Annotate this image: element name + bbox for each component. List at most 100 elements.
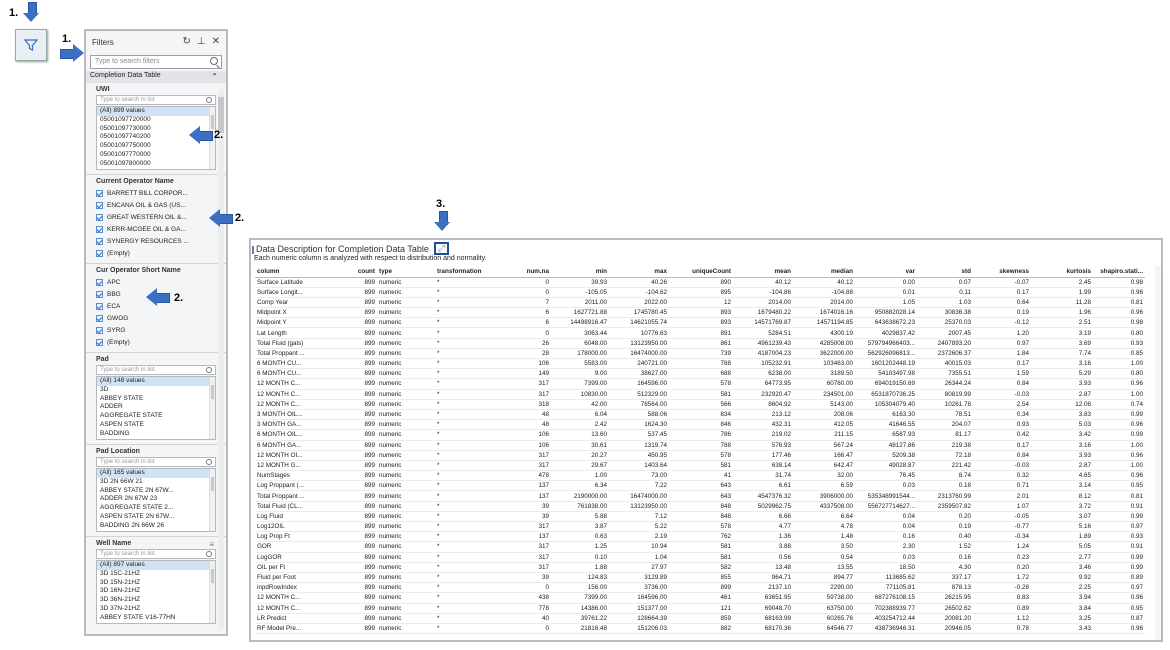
table-row[interactable]: 12 MONTH C... 899 numeric * 438 7399.00 164596… xyxy=(255,592,1145,604)
list-item[interactable]: 3D 36N-21HZ xyxy=(97,596,215,605)
table-row[interactable]: Total Fluid (CL... 899 numeric * 39 761838.00… xyxy=(255,501,1145,512)
list-item[interactable]: 3D xyxy=(97,386,215,395)
checkbox-item[interactable]: SYNERGY RESOURCES ... xyxy=(96,235,216,247)
table-row[interactable]: 12 MONTH OI... 899 numeric * 317 20.27 450.95 5… xyxy=(255,450,1145,461)
list-item[interactable]: ADDER 2N 67W 23 xyxy=(97,495,215,504)
pad-search-input[interactable]: Type to search in list xyxy=(96,365,216,375)
table-row[interactable]: Midpoint Y 899 numeric * 6 14498916.47 1462105… xyxy=(255,317,1145,329)
column-header[interactable]: min xyxy=(551,266,609,278)
column-header[interactable]: median xyxy=(793,266,855,278)
list-item[interactable]: 3D 16N-21HZ xyxy=(97,587,215,596)
list-item[interactable]: 05001097770000 xyxy=(97,151,215,160)
checkbox-item[interactable]: KERR-MCGEE OIL & GA... xyxy=(96,223,216,235)
list-item[interactable]: BADDING 2N 66W 26 xyxy=(97,522,215,531)
list-item[interactable]: ASPEN STATE xyxy=(97,421,215,430)
list-item[interactable]: 05001097800000 xyxy=(97,160,215,169)
column-header[interactable]: transformation xyxy=(435,266,491,278)
table-row[interactable]: LR Predict 899 numeric * 40 39761.22 128664.39… xyxy=(255,613,1145,624)
column-header[interactable]: count xyxy=(335,266,377,278)
table-row[interactable]: LogGOR 899 numeric * 317 0.10 1.04 581 0.56 0.54 0… xyxy=(255,552,1145,563)
pin-icon[interactable]: ⊥ xyxy=(197,36,206,47)
list-item[interactable]: (All) 165 values xyxy=(97,469,215,478)
table-row[interactable]: 12 MONTH C... 899 numeric * 317 10830.00 51232… xyxy=(255,389,1145,400)
table-row[interactable]: Total Proppant ... 899 numeric * 137 2190000.… xyxy=(255,490,1145,502)
well-name-search-input[interactable]: Type to search in list xyxy=(96,549,216,559)
table-row[interactable]: Log12OIL 899 numeric * 317 3.87 5.22 578 4.77 4.7… xyxy=(255,521,1145,533)
table-row[interactable]: 12 MONTH C... 899 numeric * 318 42.00 78564.00… xyxy=(255,399,1145,410)
expand-icon[interactable] xyxy=(434,242,449,255)
checkbox-item[interactable]: GWOG xyxy=(96,312,216,324)
list-item[interactable]: ASPEN STATE 2N 67W... xyxy=(97,513,215,522)
checkbox-checked-icon[interactable] xyxy=(96,314,103,322)
table-row[interactable]: Total Proppant ... 899 numeric * 28 178000.00… xyxy=(255,348,1145,360)
list-scrollbar[interactable] xyxy=(209,561,215,623)
column-header[interactable]: skewness xyxy=(973,266,1031,278)
pad-list[interactable]: (All) 148 values 3D ABBEY STATE ADDER AG… xyxy=(96,376,216,440)
table-row[interactable]: Surface Latitude 899 numeric * 0 39.93 40.26 89… xyxy=(255,277,1145,288)
filters-scrollbar[interactable] xyxy=(218,89,224,629)
table-row[interactable]: Surface Longit... 899 numeric * 0 -105.05 -104… xyxy=(255,287,1145,298)
table-row[interactable]: Log Proppant (... 899 numeric * 137 6.34 7.22 6… xyxy=(255,480,1145,492)
list-item[interactable]: ABBEY STATE 2N 67W... xyxy=(97,487,215,496)
column-header[interactable]: type xyxy=(377,266,435,278)
table-row[interactable]: Fluid per Foot 899 numeric * 39 124.83 3129.89… xyxy=(255,572,1145,584)
list-item[interactable]: 3D 15N-21HZ xyxy=(97,579,215,588)
checkbox-checked-icon[interactable] xyxy=(96,290,103,298)
close-icon[interactable]: ✕ xyxy=(212,36,220,47)
table-row[interactable]: 3 MONTH OIL... 899 numeric * 48 6.04 588.06 834… xyxy=(255,409,1145,421)
list-item[interactable]: (All) 899 values xyxy=(97,107,215,116)
table-row[interactable]: NumStages 899 numeric * 478 1.00 73.00 41 31.74 3… xyxy=(255,470,1145,482)
checkbox-checked-icon[interactable] xyxy=(96,338,103,346)
checkbox-item[interactable]: (Empty) xyxy=(96,336,216,348)
column-header[interactable]: std xyxy=(917,266,973,278)
table-row[interactable]: Total Fluid (gals) 899 numeric * 26 6048.00 13… xyxy=(255,338,1145,349)
table-row[interactable]: 12 MONTH C... 899 numeric * 778 14386.00 15137… xyxy=(255,603,1145,614)
checkbox-checked-icon[interactable] xyxy=(96,302,103,310)
list-scrollbar[interactable] xyxy=(209,469,215,531)
table-row[interactable]: 12 MONTH G... 899 numeric * 317 29.67 1403.64 5… xyxy=(255,460,1145,472)
list-item[interactable]: AGGREGATE STATE xyxy=(97,412,215,421)
table-row[interactable]: 3 MONTH GA... 899 numeric * 48 2.42 1624.30 846… xyxy=(255,419,1145,431)
table-row[interactable]: 6 MONTH GA... 899 numeric * 106 30.61 1319.74 7… xyxy=(255,440,1145,451)
menu-icon[interactable]: ≡ xyxy=(209,540,214,549)
table-scrollbar[interactable] xyxy=(1155,266,1161,640)
table-row[interactable]: 12 MONTH C... 899 numeric * 317 7399.00 164596… xyxy=(255,378,1145,390)
table-row[interactable]: OIL per Ft 899 numeric * 317 1.88 27.97 582 13.4… xyxy=(255,562,1145,573)
checkbox-item[interactable]: (Empty) xyxy=(96,247,216,259)
checkbox-item[interactable]: ENCANA OIL & GAS (US... xyxy=(96,199,216,211)
table-row[interactable]: RF Model Pre... 899 numeric * 0 21816.48 15120… xyxy=(255,623,1145,635)
table-row[interactable]: 6 MONTH CU... 899 numeric * 106 5583.00 240721… xyxy=(255,358,1145,370)
table-row[interactable]: Lat Length 899 numeric * 0 3063.44 10776.63 891… xyxy=(255,327,1145,339)
chevron-up-icon[interactable]: ⌃ xyxy=(211,72,218,81)
column-header[interactable]: num.na xyxy=(491,266,551,278)
column-header[interactable]: mean xyxy=(733,266,793,278)
checkbox-checked-icon[interactable] xyxy=(96,326,103,334)
column-header[interactable]: uniqueCount xyxy=(669,266,733,278)
column-header[interactable]: max xyxy=(609,266,669,278)
checkbox-checked-icon[interactable] xyxy=(96,249,103,257)
checkbox-item[interactable]: BARRETT BILL CORPOR... xyxy=(96,187,216,199)
pad-location-search-input[interactable]: Type to search in list xyxy=(96,457,216,467)
table-row[interactable]: Midpoint X 899 numeric * 6 1627721.88 1745780.… xyxy=(255,307,1145,319)
list-item[interactable]: BADDING xyxy=(97,430,215,439)
list-item[interactable]: (All) 897 values xyxy=(97,561,215,570)
table-row[interactable]: Comp Year 899 numeric * 7 2011.00 2022.00 12 201… xyxy=(255,297,1145,309)
table-row[interactable]: 6 MONTH OIL... 899 numeric * 106 13.60 537.45 7… xyxy=(255,429,1145,441)
column-header[interactable]: var xyxy=(855,266,917,278)
checkbox-checked-icon[interactable] xyxy=(96,237,103,245)
list-item[interactable]: AGGREGATE STATE 2... xyxy=(97,504,215,513)
list-item[interactable]: 3D 37N-21HZ xyxy=(97,605,215,614)
table-section-header[interactable]: Completion Data Table ⌃ xyxy=(86,71,226,83)
filters-search-input[interactable]: Type to search filters xyxy=(90,55,222,69)
list-item[interactable]: ABBEY STATE V16-77HN xyxy=(97,614,215,623)
list-scrollbar[interactable] xyxy=(209,377,215,439)
table-row[interactable]: Log Prop Ft 899 numeric * 137 0.63 2.19 762 1.36… xyxy=(255,531,1145,543)
checkbox-checked-icon[interactable] xyxy=(96,189,103,197)
list-item[interactable]: 05001097720000 xyxy=(97,116,215,125)
column-header[interactable]: kurtosis xyxy=(1031,266,1093,278)
table-row[interactable]: inpdRowIndex 899 numeric * 0 156.00 3736.00 899… xyxy=(255,582,1145,594)
checkbox-item[interactable]: SYRG xyxy=(96,324,216,336)
checkbox-checked-icon[interactable] xyxy=(96,278,103,286)
list-item[interactable]: 3D 15C-21HZ xyxy=(97,570,215,579)
list-item[interactable]: (All) 148 values xyxy=(97,377,215,386)
